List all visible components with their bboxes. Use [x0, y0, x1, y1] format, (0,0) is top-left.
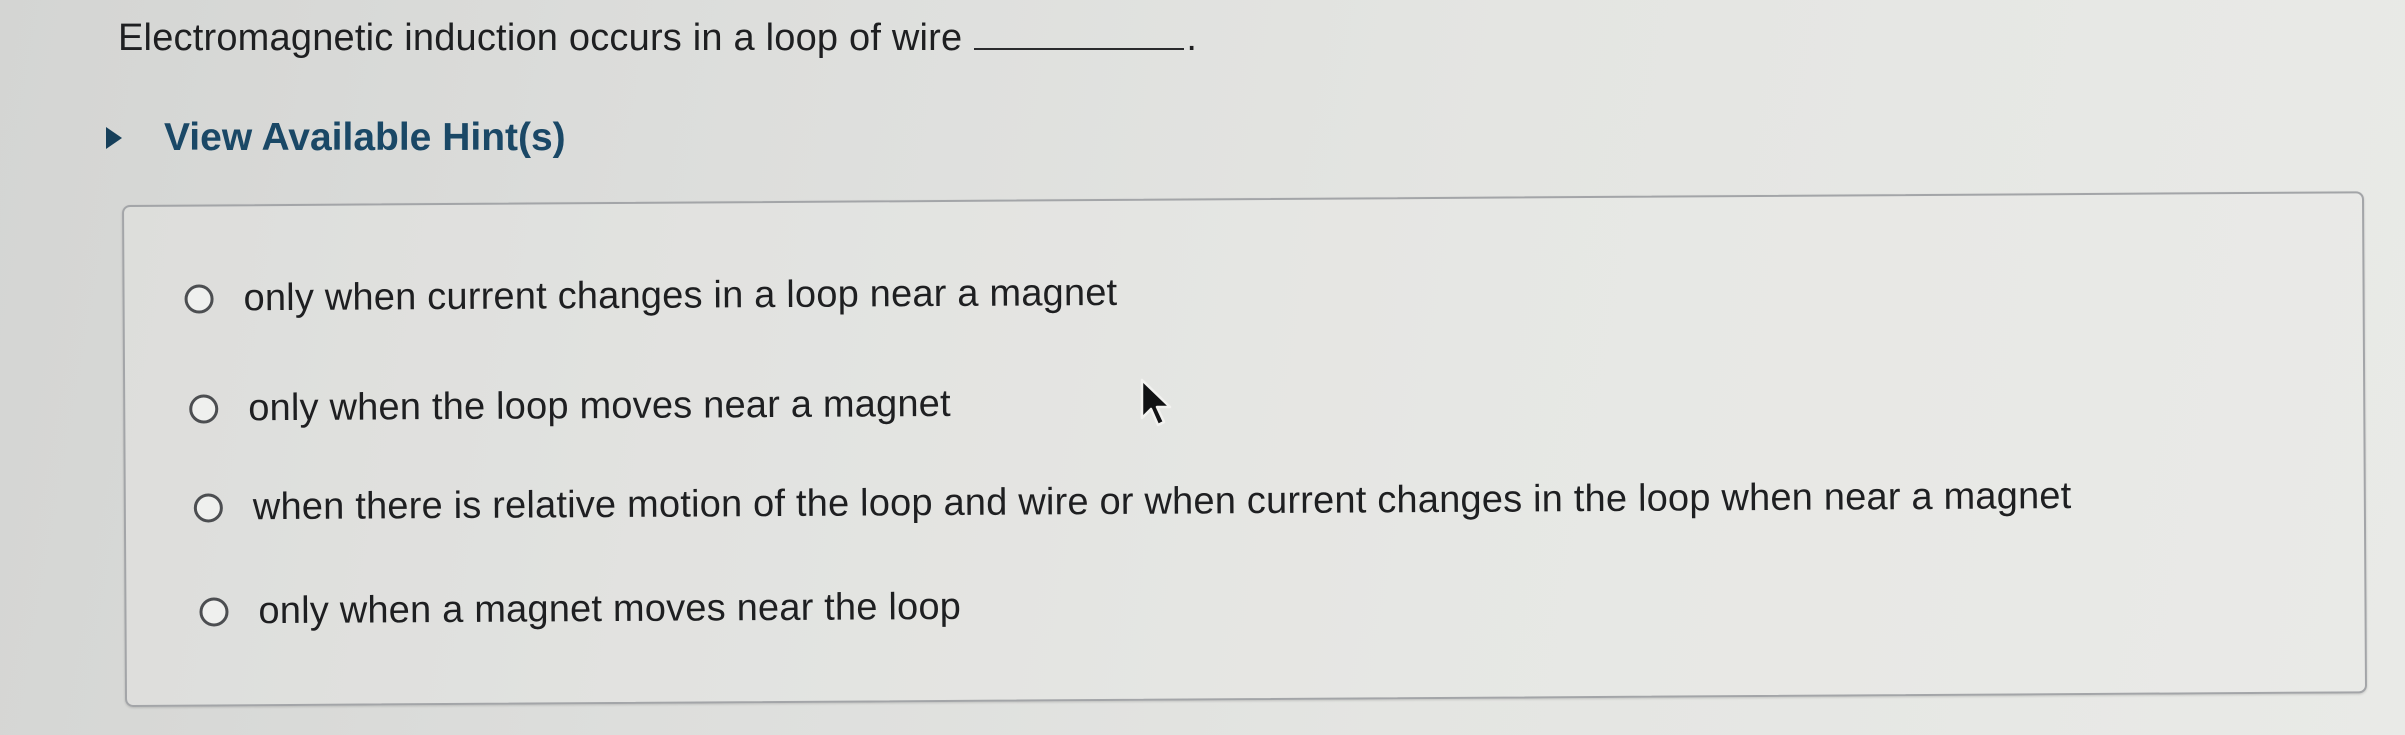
radio-button-1[interactable]: [184, 283, 214, 314]
question-text: Electromagnetic induction occurs in a lo…: [118, 17, 963, 59]
answer-option-3-label: when there is relative motion of the loo…: [252, 475, 2072, 529]
question-prompt: Electromagnetic induction occurs in a lo…: [118, 14, 1197, 62]
radio-button-4[interactable]: [199, 596, 229, 627]
answer-option-4-label: only when a magnet moves near the loop: [258, 585, 962, 633]
view-hints-label: View Available Hint(s): [164, 116, 566, 159]
answer-option-1[interactable]: only when current changes in a loop near…: [184, 270, 1117, 322]
answer-option-2[interactable]: only when the loop moves near a magnet: [189, 381, 951, 432]
answer-options-box: only when current changes in a loop near…: [122, 191, 2368, 707]
answer-option-1-label: only when current changes in a loop near…: [243, 271, 1118, 320]
caret-right-icon: [106, 127, 122, 149]
view-hints-toggle[interactable]: View Available Hint(s): [106, 114, 566, 162]
radio-button-2[interactable]: [189, 393, 219, 424]
question-period: .: [1186, 17, 1198, 59]
mouse-pointer-icon: [1140, 378, 1172, 427]
answer-option-4[interactable]: only when a magnet moves near the loop: [199, 584, 961, 635]
answer-blank: [974, 18, 1185, 50]
radio-button-3[interactable]: [193, 492, 223, 523]
answer-option-3[interactable]: when there is relative motion of the loo…: [193, 473, 2072, 530]
answer-option-2-label: only when the loop moves near a magnet: [248, 382, 951, 430]
quiz-page: { "question": { "text": "Electromagnetic…: [0, 0, 2405, 735]
